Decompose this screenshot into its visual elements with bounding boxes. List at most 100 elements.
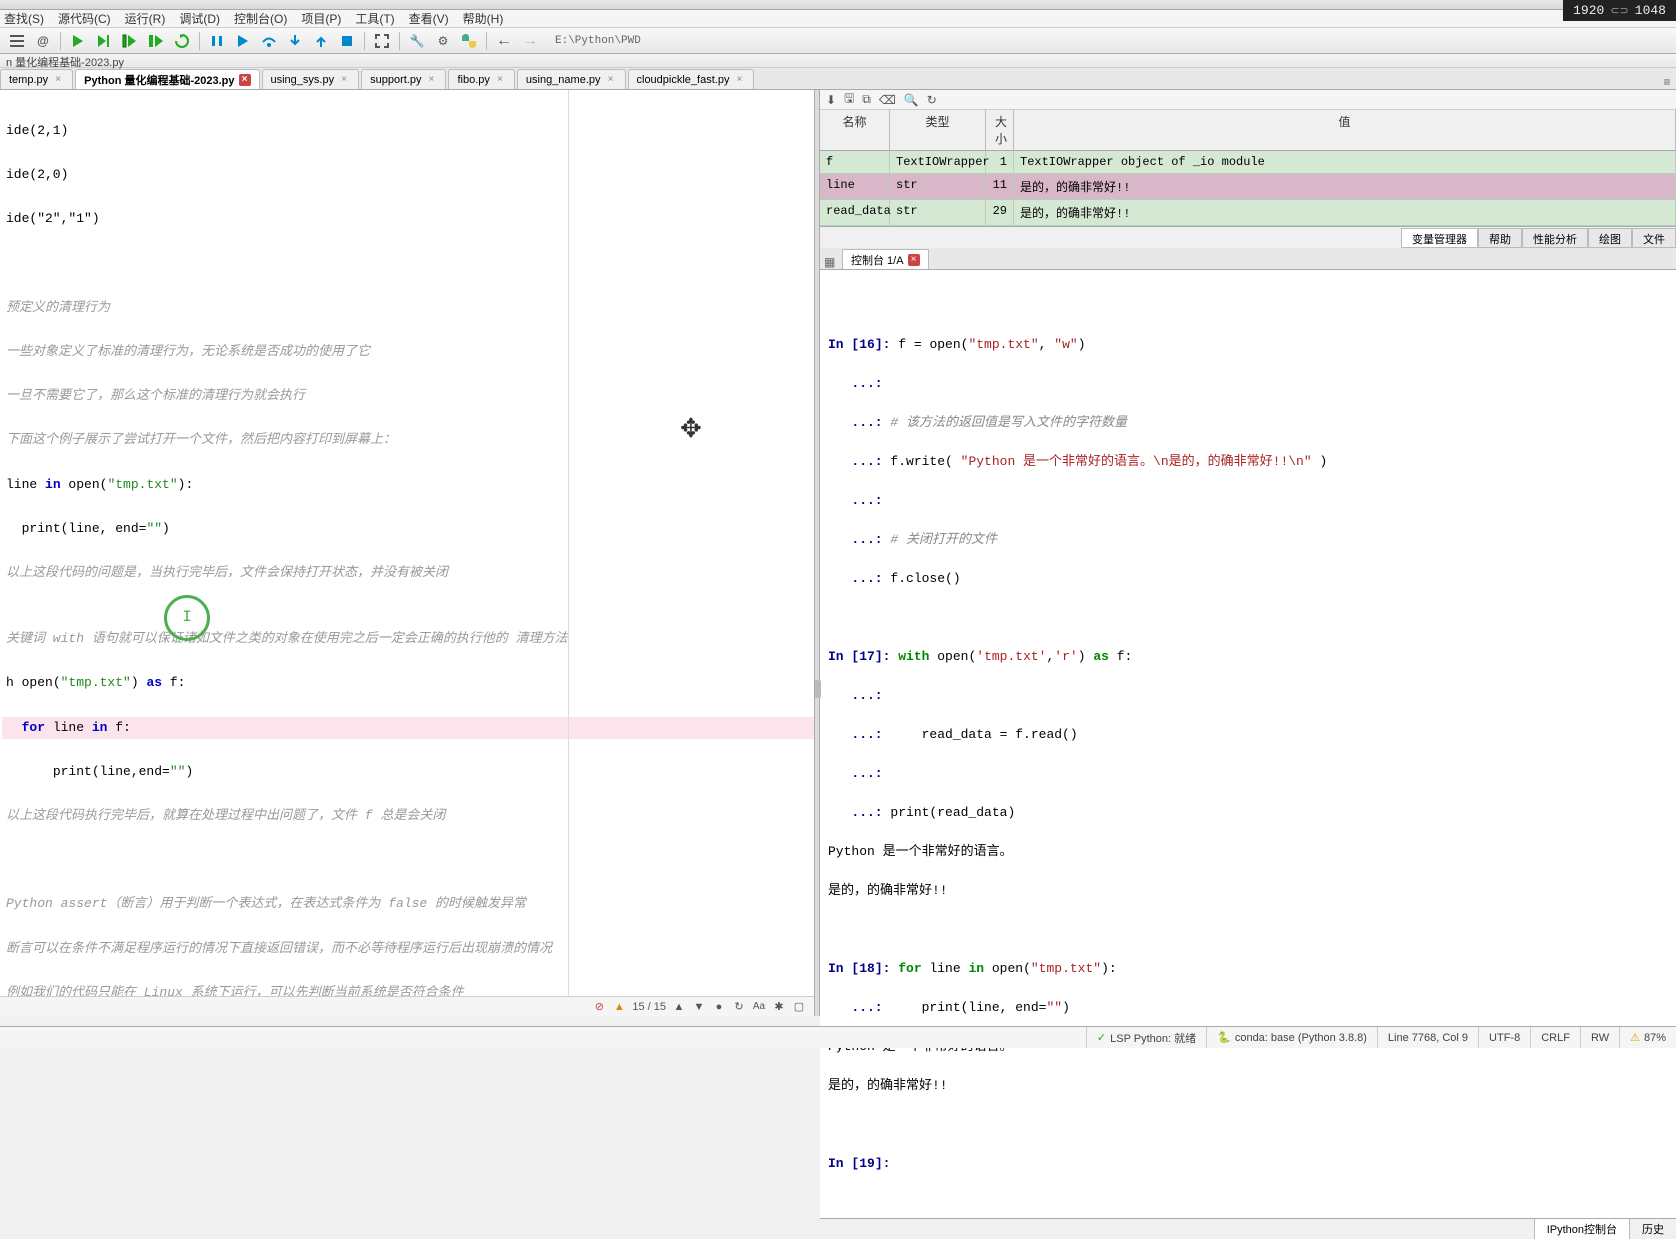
tab-options-icon[interactable]: ≡	[1658, 75, 1676, 89]
close-icon[interactable]: ×	[239, 74, 251, 86]
debug-play-icon[interactable]	[232, 30, 254, 52]
var-table-header: 名称 类型 大小 值	[820, 110, 1676, 151]
var-row[interactable]: line str 11 是的，的确非常好!!	[820, 174, 1676, 200]
tab-support[interactable]: support.py×	[361, 69, 446, 89]
warning-icon[interactable]: ▲	[612, 1000, 626, 1014]
move-icon: ✥	[680, 408, 702, 452]
status-cursor: Line 7768, Col 9	[1377, 1027, 1478, 1048]
aa-icon[interactable]: Aa	[752, 1000, 766, 1014]
up-icon[interactable]: ▲	[672, 1000, 686, 1014]
refresh-icon[interactable]: ↻	[927, 93, 937, 107]
status-lsp[interactable]: ✓LSP Python: 就绪	[1086, 1027, 1206, 1048]
stop-icon[interactable]	[336, 30, 358, 52]
var-toolbar: ⬇ 🖫 ⧉ ⌫ 🔍 ↻	[820, 90, 1676, 110]
variable-explorer: ⬇ 🖫 ⧉ ⌫ 🔍 ↻ 名称 类型 大小 值 f TextIOWrapper 1	[820, 90, 1676, 248]
step-out-icon[interactable]	[310, 30, 332, 52]
resolution-badge: 1920 ⊂⊃ 1048	[1563, 0, 1676, 21]
tab-fibo[interactable]: fibo.py×	[448, 69, 514, 89]
run-cell-next-icon[interactable]	[119, 30, 141, 52]
settings-icon[interactable]: ⚙	[432, 30, 454, 52]
at-icon[interactable]: @	[32, 30, 54, 52]
close-icon[interactable]: ×	[733, 74, 745, 86]
editor-pane: ide(2,1) ide(2,0) ide("2","1") 预定义的清理行为 …	[0, 90, 814, 1016]
tab-main[interactable]: Python 量化编程基础-2023.py×	[75, 69, 259, 89]
status-conda[interactable]: 🐍conda: base (Python 3.8.8)	[1206, 1027, 1377, 1048]
ipython-console[interactable]: In [16]: f = open("tmp.txt", "w") ...: .…	[820, 270, 1676, 1218]
menu-console[interactable]: 控制台(O)	[234, 10, 287, 27]
python-icon[interactable]	[458, 30, 480, 52]
menu-run[interactable]: 运行(R)	[125, 10, 166, 27]
address-bar[interactable]: E:\Python\PWD	[555, 35, 1670, 47]
menu-bar: 查找(S) 源代码(C) 运行(R) 调试(D) 控制台(O) 项目(P) 工具…	[0, 10, 1676, 28]
code-editor[interactable]: ide(2,1) ide(2,0) ide("2","1") 预定义的清理行为 …	[0, 90, 814, 996]
close-icon[interactable]: ×	[338, 74, 350, 86]
tab-using-name[interactable]: using_name.py×	[517, 69, 626, 89]
status-eol[interactable]: CRLF	[1530, 1027, 1580, 1048]
tab-history[interactable]: 历史	[1629, 1219, 1676, 1239]
back-icon[interactable]: ←	[493, 30, 515, 52]
menu-find[interactable]: 查找(S)	[4, 10, 44, 27]
var-row[interactable]: f TextIOWrapper 1 TextIOWrapper object o…	[820, 151, 1676, 174]
status-mem: ⚠87%	[1619, 1027, 1676, 1048]
menu-help[interactable]: 帮助(H)	[463, 10, 504, 27]
menu-project[interactable]: 项目(P)	[301, 10, 341, 27]
run-icon[interactable]	[67, 30, 89, 52]
status-rw: RW	[1580, 1027, 1619, 1048]
menu-view[interactable]: 查看(V)	[409, 10, 449, 27]
search-icon[interactable]: 🔍	[904, 93, 919, 107]
close-icon[interactable]: ×	[52, 74, 64, 86]
save-icon[interactable]: 🖫	[844, 89, 854, 110]
counter-label: 15 / 15	[632, 1001, 666, 1013]
tab-cloudpickle[interactable]: cloudpickle_fast.py×	[628, 69, 755, 89]
close-icon[interactable]: ×	[425, 74, 437, 86]
tab-plot[interactable]: 绘图	[1588, 228, 1632, 248]
close-icon[interactable]: ×	[605, 74, 617, 86]
console-bottom-tabs: IPython控制台 历史	[820, 1218, 1676, 1238]
word-icon[interactable]: ▢	[792, 1000, 806, 1014]
toolbar: @ 🔧 ⚙ ← → E:\Python\PWD	[0, 28, 1676, 54]
document-path-label: n 量化编程基础-2023.py	[0, 54, 1676, 68]
close-icon[interactable]: ×	[908, 254, 920, 266]
tab-var-explorer[interactable]: 变量管理器	[1401, 228, 1478, 248]
status-bar: ✓LSP Python: 就绪 🐍conda: base (Python 3.8…	[0, 1026, 1676, 1048]
tab-ipython[interactable]: IPython控制台	[1534, 1219, 1629, 1239]
console-pane: ▦ 控制台 1/A × In [16]: f = open("tmp.txt",…	[820, 248, 1676, 1238]
window-title-bar	[0, 0, 1676, 10]
vertical-splitter[interactable]	[814, 90, 820, 1016]
console-tab[interactable]: 控制台 1/A ×	[842, 249, 929, 269]
menu-source[interactable]: 源代码(C)	[58, 10, 111, 27]
down-icon[interactable]: ▼	[692, 1000, 706, 1014]
status-dot-icon[interactable]: ●	[712, 1000, 726, 1014]
console-tabbar: ▦ 控制台 1/A ×	[820, 248, 1676, 270]
run-cell-icon[interactable]	[93, 30, 115, 52]
var-row[interactable]: read_data str 29 是的，的确非常好!!	[820, 200, 1676, 226]
editor-ruler	[568, 90, 569, 996]
import-icon[interactable]: ⬇	[826, 93, 836, 107]
editor-tab-bar: temp.py× Python 量化编程基础-2023.py× using_sy…	[0, 68, 1676, 90]
outline-icon[interactable]	[6, 30, 28, 52]
error-icon[interactable]: ⊘	[592, 1000, 606, 1014]
rerun-icon[interactable]	[171, 30, 193, 52]
maximize-icon[interactable]	[371, 30, 393, 52]
tab-profiler[interactable]: 性能分析	[1522, 228, 1588, 248]
wrench-icon[interactable]: 🔧	[406, 30, 428, 52]
step-over-icon[interactable]	[258, 30, 280, 52]
regex-icon[interactable]: ✱	[772, 1000, 786, 1014]
clear-icon[interactable]: ⌫	[879, 93, 896, 107]
forward-icon[interactable]: →	[519, 30, 541, 52]
debug-pause-icon[interactable]	[206, 30, 228, 52]
menu-tools[interactable]: 工具(T)	[355, 10, 394, 27]
run-selection-icon[interactable]	[145, 30, 167, 52]
editor-statusbar: ⊘ ▲ 15 / 15 ▲ ▼ ● ↻ Aa ✱ ▢	[0, 996, 814, 1016]
tab-help[interactable]: 帮助	[1478, 228, 1522, 248]
status-encoding[interactable]: UTF-8	[1478, 1027, 1530, 1048]
tab-temp[interactable]: temp.py×	[0, 69, 73, 89]
close-icon[interactable]: ×	[494, 74, 506, 86]
copy-icon[interactable]: ⧉	[862, 92, 871, 107]
tab-using-sys[interactable]: using_sys.py×	[262, 69, 360, 89]
console-options-icon[interactable]: ▦	[824, 255, 838, 269]
refresh-icon[interactable]: ↻	[732, 1000, 746, 1014]
tab-files[interactable]: 文件	[1632, 228, 1676, 248]
step-into-icon[interactable]	[284, 30, 306, 52]
menu-debug[interactable]: 调试(D)	[179, 10, 220, 27]
